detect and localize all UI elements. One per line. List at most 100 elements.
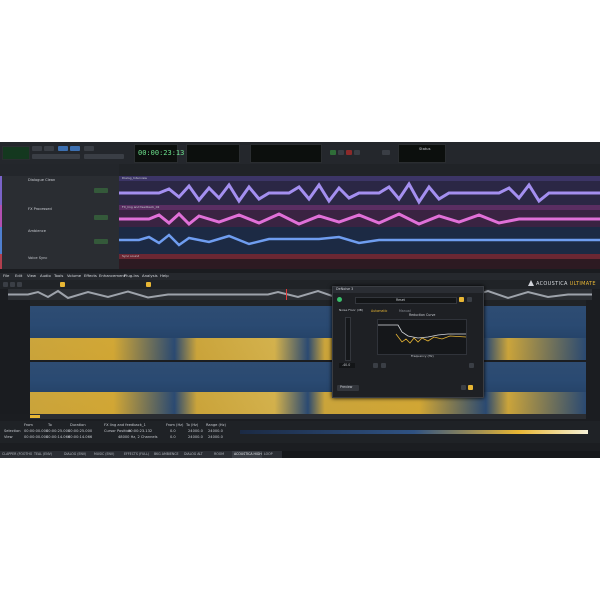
power-toggle-icon[interactable] xyxy=(337,297,342,302)
window-tab-strip: CLAPPER (FOOTHOLDER) TEAL (ENV) DIALOG (… xyxy=(0,451,600,458)
tab-8[interactable]: ROOM xyxy=(212,451,233,458)
tool-button-3[interactable] xyxy=(58,146,68,151)
tab-10[interactable]: LOOP xyxy=(262,451,283,458)
tab-5[interactable]: EFFECTS (FULL) xyxy=(122,451,153,458)
scroll-thumb[interactable] xyxy=(30,415,40,418)
tool-button-1[interactable] xyxy=(32,146,42,151)
process-button[interactable] xyxy=(468,385,473,390)
mode-automatic[interactable]: Automatic xyxy=(371,309,387,313)
spectral-energy-band xyxy=(30,392,586,414)
tab-3[interactable]: DIALOG (ENV) xyxy=(62,451,93,458)
freq-sel-range[interactable]: 24000.0 xyxy=(208,429,223,434)
mute-button[interactable] xyxy=(94,188,108,193)
selection-to[interactable]: 00:00:25.000 xyxy=(46,429,70,434)
zoom-button[interactable] xyxy=(373,363,378,368)
freq-sel-from[interactable]: 0.0 xyxy=(170,429,176,434)
menu-tools[interactable]: Tools xyxy=(54,273,63,278)
col-duration-label: Duration xyxy=(70,423,86,427)
track-header-sync[interactable]: Voice Sync xyxy=(0,254,119,270)
menu-help[interactable]: Help xyxy=(160,273,169,278)
editor-tool-4[interactable] xyxy=(146,282,151,287)
selection-duration[interactable]: 00:00:25.000 xyxy=(68,429,92,434)
overview-waveform[interactable] xyxy=(8,289,592,300)
menu-edit[interactable]: Edit xyxy=(15,273,22,278)
transport-button-extra[interactable] xyxy=(382,150,390,155)
cursor-value[interactable]: 00:00:23.132 xyxy=(128,429,152,434)
tool-button-5[interactable] xyxy=(84,146,94,151)
track-lane-fx[interactable]: FX_ling and feedback_02 xyxy=(119,205,600,227)
overview-playhead[interactable] xyxy=(286,289,287,300)
clip-header xyxy=(119,254,600,259)
preset-dropdown[interactable]: Reset xyxy=(355,297,457,304)
editor-tool-2[interactable] xyxy=(10,282,15,287)
reset-curve-button[interactable] xyxy=(381,363,386,368)
track-lane-ambience[interactable] xyxy=(119,227,600,254)
menu-analysis[interactable]: Analysis xyxy=(142,273,158,278)
overview-wave-shape xyxy=(8,289,592,300)
track-color-chip xyxy=(0,205,2,227)
tab-6[interactable]: BKG AMBIENCE xyxy=(152,451,183,458)
track-name: Dialogue Clean xyxy=(28,178,56,182)
menu-file[interactable]: File xyxy=(3,273,9,278)
track-header-fx[interactable]: FX Processed xyxy=(0,205,119,228)
noise-floor-value-box[interactable]: -40.0 xyxy=(339,363,355,368)
menu-volume[interactable]: Volume xyxy=(67,273,81,278)
tab-4[interactable]: MUSIC (ENV) xyxy=(92,451,123,458)
tool-button-7[interactable] xyxy=(84,154,124,159)
freq-view-to[interactable]: 24000.0 xyxy=(188,435,203,440)
view-duration[interactable]: 00:00:14.066 xyxy=(68,435,92,440)
waveform-dialogue xyxy=(119,181,600,205)
counter-secondary xyxy=(186,144,240,163)
view-to[interactable]: 00:00:14.066 xyxy=(46,435,70,440)
track-header-dialogue[interactable]: Dialogue Clean xyxy=(0,176,119,206)
preset-menu-button[interactable] xyxy=(467,297,472,302)
tool-button-2[interactable] xyxy=(44,146,54,151)
editor-tool-1[interactable] xyxy=(3,282,8,287)
loop-button[interactable] xyxy=(354,150,360,155)
tab-7[interactable]: DIALOG ALT xyxy=(182,451,213,458)
menu-plugins[interactable]: Plug-Ins xyxy=(124,273,139,278)
freq-sel-to[interactable]: 24000.0 xyxy=(188,429,203,434)
freq-from-label: From (Hz) xyxy=(166,423,184,427)
freq-range-label: Range (Hz) xyxy=(206,423,226,427)
editor-play-button[interactable] xyxy=(60,282,65,287)
apply-button[interactable] xyxy=(461,385,466,390)
waveform-fx xyxy=(119,211,600,227)
mute-button[interactable] xyxy=(94,239,108,244)
freq-view-range[interactable]: 24000.0 xyxy=(208,435,223,440)
time-counter-value: 00:00:23:13 xyxy=(138,149,185,157)
play-button[interactable] xyxy=(330,150,336,155)
spectrogram-channel-right[interactable] xyxy=(30,362,586,414)
preview-button[interactable]: Preview xyxy=(337,385,359,391)
tool-button-4[interactable] xyxy=(70,146,80,151)
file-label: FX ling and feedback_1 xyxy=(104,423,146,427)
view-from[interactable]: 00:00:00.000 xyxy=(24,435,48,440)
track-lane-dialogue[interactable]: Dialog_Interview xyxy=(119,176,600,205)
tool-button-6[interactable] xyxy=(32,154,80,159)
menu-enhancement[interactable]: Enhancement xyxy=(99,273,125,278)
mode-display xyxy=(2,146,30,160)
track-lane-sync[interactable]: Sync sound xyxy=(119,254,600,269)
mode-automatic-label: Automatic xyxy=(371,309,388,313)
listen-noise-button[interactable] xyxy=(469,363,474,368)
mute-button[interactable] xyxy=(94,215,108,220)
track-header-ambience[interactable]: Ambience xyxy=(0,227,119,255)
editor-tool-3[interactable] xyxy=(17,282,22,287)
reduction-curve-graph[interactable] xyxy=(377,319,467,355)
stop-button[interactable] xyxy=(338,150,344,155)
menu-effects[interactable]: Effects xyxy=(84,273,97,278)
spectrogram-scrollbar[interactable] xyxy=(30,414,586,419)
noise-floor-slider[interactable] xyxy=(345,317,351,361)
tab-1[interactable]: CLAPPER (FOOTHOLDER) xyxy=(0,451,33,458)
record-button[interactable] xyxy=(346,150,352,155)
freq-view-from[interactable]: 0.0 xyxy=(170,435,176,440)
selection-from[interactable]: 00:00:00.000 xyxy=(24,429,48,434)
menu-audio[interactable]: Audio xyxy=(40,273,51,278)
tab-9-active[interactable]: ACOUSTICA HIGH xyxy=(232,451,263,458)
menu-view[interactable]: View xyxy=(27,273,36,278)
preset-label: Reset xyxy=(396,297,405,302)
preset-save-button[interactable] xyxy=(459,297,464,302)
spectrogram-channel-left[interactable] xyxy=(30,306,586,360)
tab-2[interactable]: TEAL (ENV) xyxy=(32,451,63,458)
panel-title: DeNoise 3 xyxy=(336,287,354,291)
